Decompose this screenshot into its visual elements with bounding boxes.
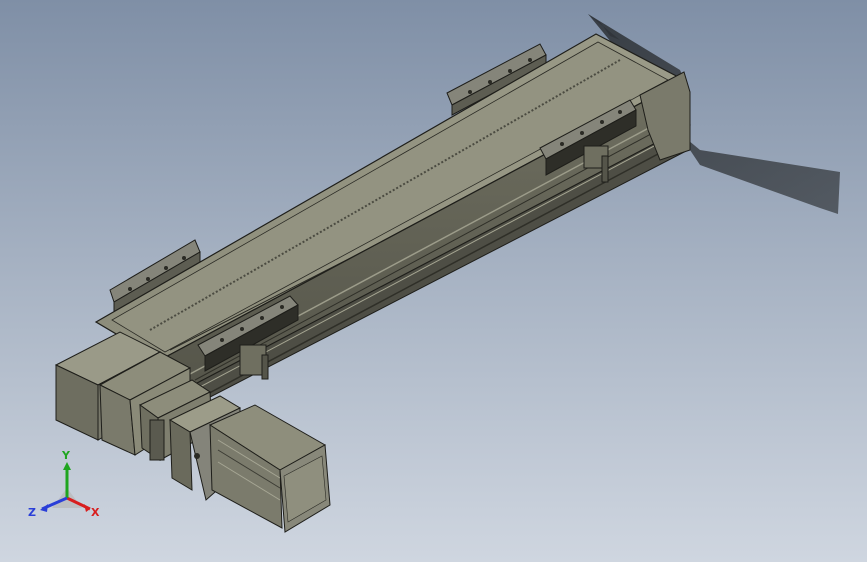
- triad-y-arrow: [63, 462, 71, 470]
- graphics-viewport[interactable]: X Y Z: [0, 0, 867, 562]
- actuator-body[interactable]: [94, 33, 691, 411]
- triad-y-label: Y: [61, 449, 71, 462]
- triad-x-label: X: [91, 506, 100, 519]
- view-orientation-triad[interactable]: X Y Z: [22, 446, 112, 526]
- servo-motor[interactable]: [168, 395, 331, 533]
- triad-z-label: Z: [28, 506, 36, 519]
- triad-z-arrow: [40, 504, 48, 512]
- linear-actuator-model[interactable]: [0, 0, 867, 562]
